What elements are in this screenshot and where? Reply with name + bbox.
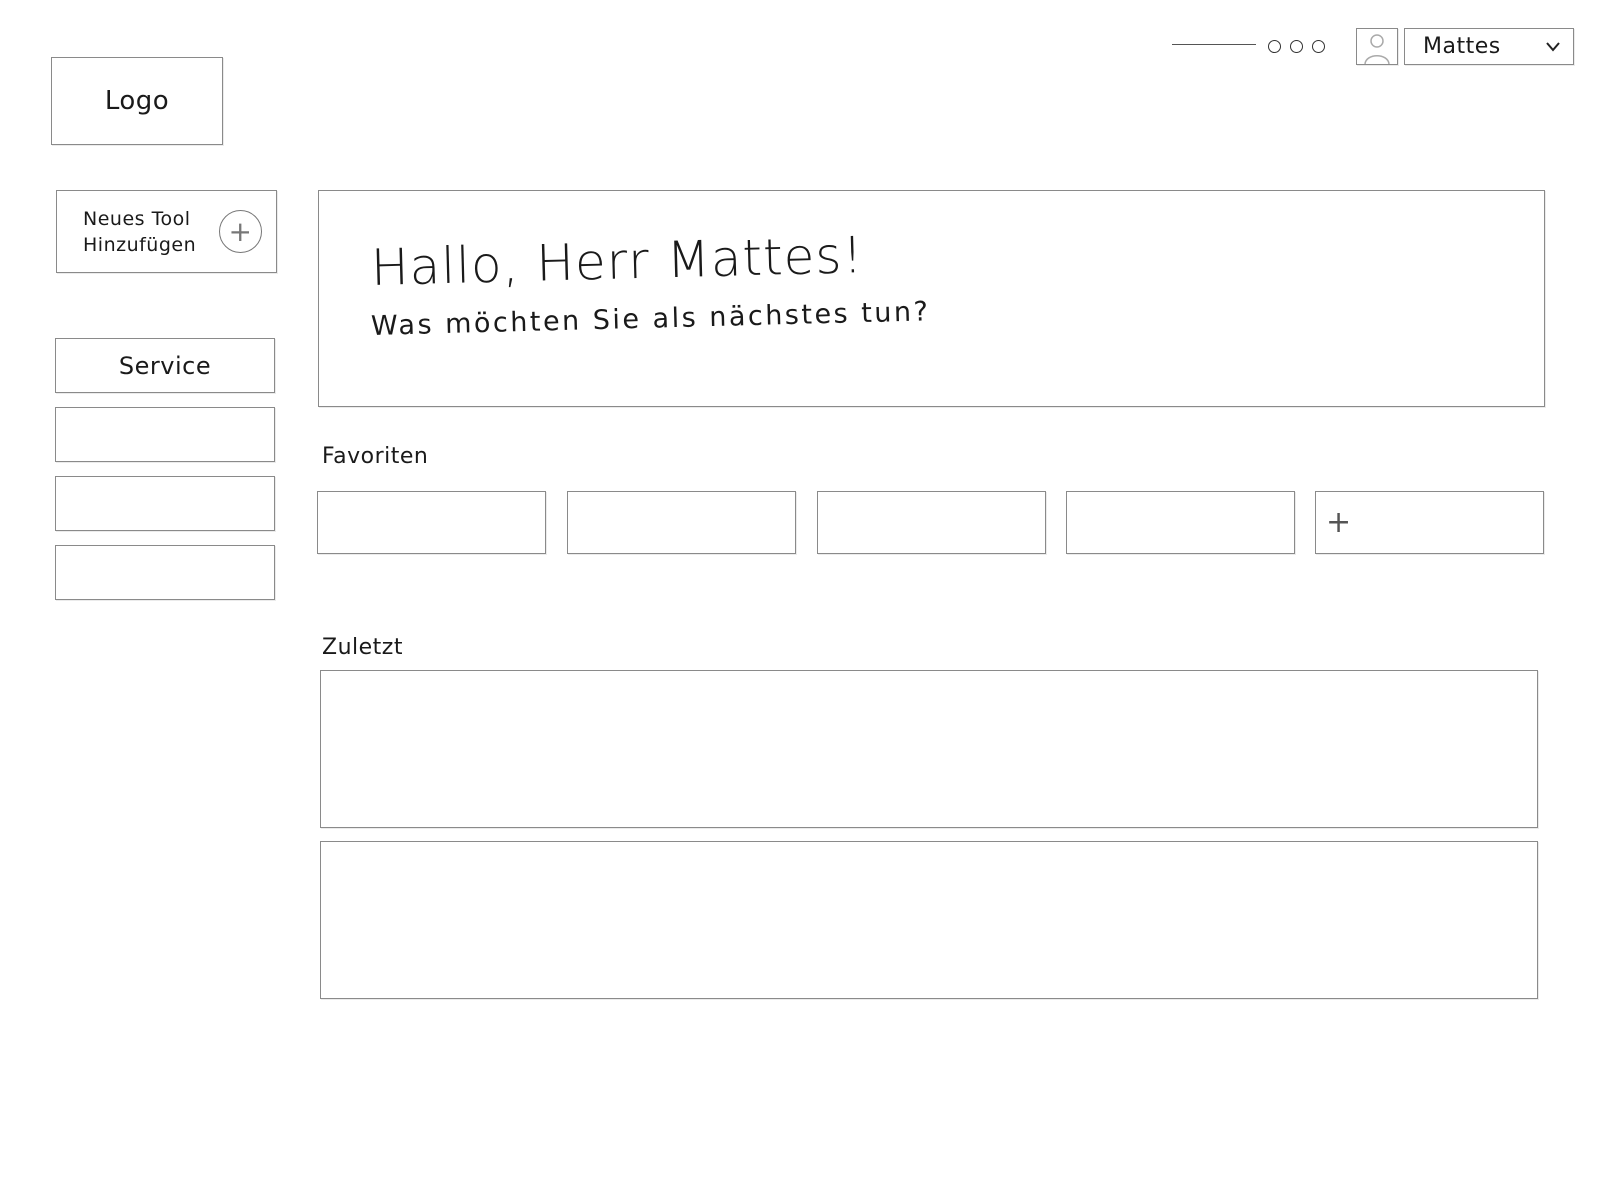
add-favorite-button[interactable]: + — [1315, 491, 1544, 554]
favorite-card[interactable] — [1066, 491, 1295, 554]
sidebar-item-service[interactable]: Service — [55, 338, 275, 393]
favorites-heading: Favoriten — [322, 444, 429, 469]
header-divider-line — [1172, 44, 1256, 45]
logo-text: Logo — [104, 86, 170, 116]
sidebar-item[interactable] — [55, 545, 275, 600]
recent-heading: Zuletzt — [322, 635, 403, 660]
dot[interactable] — [1290, 40, 1303, 53]
greeting-panel: Hallo, Herr Mattes! Was möchten Sie als … — [318, 190, 1545, 407]
favorite-card[interactable] — [817, 491, 1046, 554]
dot[interactable] — [1268, 40, 1281, 53]
logo[interactable]: Logo — [51, 57, 223, 145]
user-select[interactable]: Mattes — [1404, 28, 1574, 65]
add-tool-label: Neues Tool Hinzufügen — [83, 207, 197, 256]
recent-item[interactable] — [320, 670, 1538, 828]
dots-icon[interactable] — [1268, 40, 1325, 53]
add-tool-button[interactable]: Neues Tool Hinzufügen + — [56, 190, 277, 273]
avatar-icon[interactable] — [1356, 28, 1398, 65]
user-name: Mattes — [1423, 34, 1501, 59]
favorite-card[interactable] — [567, 491, 796, 554]
recent-item[interactable] — [320, 841, 1538, 999]
favorite-card[interactable] — [317, 491, 546, 554]
plus-circle-icon: + — [219, 210, 262, 253]
dot[interactable] — [1312, 40, 1325, 53]
greeting-title: Hallo, Herr Mattes! — [370, 226, 865, 297]
sidebar-item-label: Service — [118, 351, 212, 380]
plus-icon: + — [1326, 505, 1352, 540]
chevron-down-icon — [1545, 34, 1561, 59]
sidebar-item[interactable] — [55, 407, 275, 462]
sidebar-item[interactable] — [55, 476, 275, 531]
